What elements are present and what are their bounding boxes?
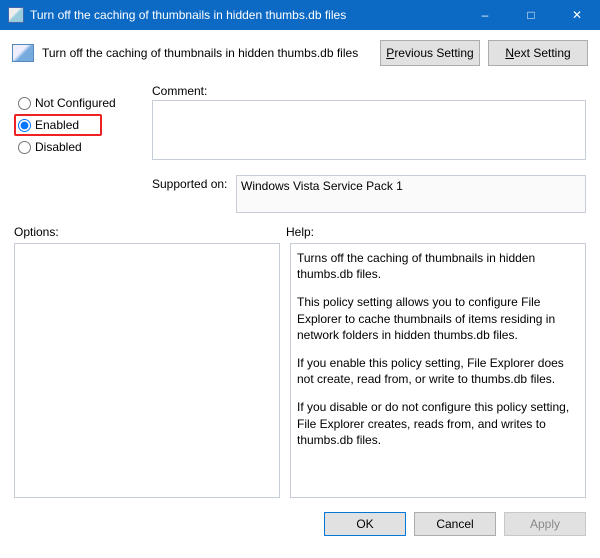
radio-not-configured-label: Not Configured: [35, 96, 116, 110]
close-button[interactable]: ✕: [554, 0, 600, 30]
radio-not-configured[interactable]: Not Configured: [14, 92, 142, 114]
window-title: Turn off the caching of thumbnails in hi…: [30, 8, 462, 22]
minimize-button[interactable]: –: [462, 0, 508, 30]
maximize-button[interactable]: □: [508, 0, 554, 30]
help-panel: Turns off the caching of thumbnails in h…: [290, 243, 586, 498]
radio-enabled-input[interactable]: [18, 119, 31, 132]
help-p1: Turns off the caching of thumbnails in h…: [297, 250, 579, 282]
previous-setting-button[interactable]: Previous Setting: [380, 40, 480, 66]
help-p4: If you disable or do not configure this …: [297, 399, 579, 448]
apply-button[interactable]: Apply: [504, 512, 586, 536]
footer-buttons: OK Cancel Apply: [0, 498, 600, 536]
radio-not-configured-input[interactable]: [18, 97, 31, 110]
help-p2: This policy setting allows you to config…: [297, 294, 579, 343]
help-p3: If you enable this policy setting, File …: [297, 355, 579, 387]
policy-title: Turn off the caching of thumbnails in hi…: [42, 46, 372, 60]
policy-icon: [8, 7, 24, 23]
options-label: Options:: [14, 225, 286, 239]
supported-on-value: Windows Vista Service Pack 1: [236, 175, 586, 213]
help-label: Help:: [286, 225, 314, 239]
radio-enabled-label: Enabled: [35, 118, 79, 132]
radio-disabled-label: Disabled: [35, 140, 82, 154]
policy-header-icon: [12, 44, 34, 62]
radio-enabled[interactable]: Enabled: [14, 114, 102, 136]
state-radio-group: Not Configured Enabled Disabled: [0, 82, 142, 158]
comment-label: Comment:: [152, 82, 586, 100]
ok-button[interactable]: OK: [324, 512, 406, 536]
supported-on-label: Supported on:: [152, 169, 230, 213]
options-panel: [14, 243, 280, 498]
window-titlebar: Turn off the caching of thumbnails in hi…: [0, 0, 600, 30]
header-row: Turn off the caching of thumbnails in hi…: [0, 30, 600, 74]
comment-textarea[interactable]: [152, 100, 586, 160]
next-setting-button[interactable]: Next Setting: [488, 40, 588, 66]
radio-disabled-input[interactable]: [18, 141, 31, 154]
cancel-button[interactable]: Cancel: [414, 512, 496, 536]
radio-disabled[interactable]: Disabled: [14, 136, 142, 158]
